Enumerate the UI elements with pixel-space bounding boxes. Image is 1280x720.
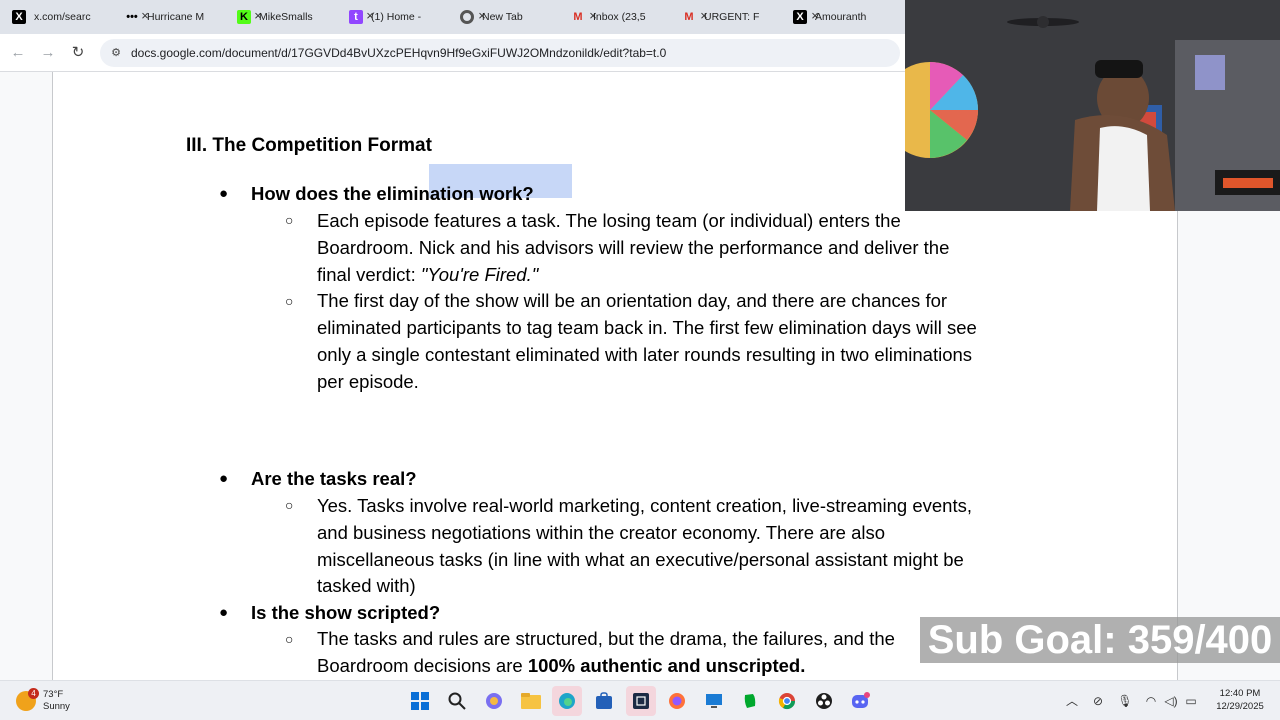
- bullet-icon: ●: [219, 185, 229, 202]
- answer-line: The tasks and rules are structured, but …: [317, 628, 895, 649]
- answer-line: tasked with): [317, 575, 416, 596]
- answer-line: and business negotiations within the cre…: [317, 522, 886, 543]
- volume-icon[interactable]: ◁): [1163, 693, 1179, 709]
- obs-icon[interactable]: [809, 686, 839, 716]
- battery-icon[interactable]: ▭: [1183, 693, 1199, 709]
- terminal-icon[interactable]: [626, 686, 656, 716]
- answer-text: Boardroom decisions are: [317, 655, 528, 676]
- system-clock[interactable]: 12:40 PM 12/29/2025: [1205, 687, 1275, 713]
- weather-desc: Sunny: [43, 701, 70, 712]
- answer-line: The first day of the show will be an ori…: [317, 290, 948, 311]
- tab-label: Inbox (23,5: [593, 11, 646, 23]
- quote-text: "You're Fired.": [420, 264, 539, 285]
- wifi-icon[interactable]: ◠: [1143, 693, 1159, 709]
- bullet-icon: ●: [219, 604, 229, 621]
- tab-label: New Tab: [482, 11, 523, 23]
- chrome-icon: [460, 10, 474, 24]
- microphone-icon[interactable]: 🎙: [1117, 693, 1133, 709]
- chrome-icon[interactable]: [772, 686, 802, 716]
- discord-icon[interactable]: [846, 686, 876, 716]
- subbullet-icon: ○: [285, 293, 294, 309]
- evernote-icon[interactable]: [735, 686, 765, 716]
- weather-widget[interactable]: 4 73°F Sunny: [16, 686, 70, 716]
- tab-label: MikeSmalls: [259, 11, 313, 23]
- browser-tab[interactable]: X x.com/searc ×: [12, 4, 149, 30]
- file-explorer-icon[interactable]: [516, 686, 546, 716]
- answer-line: per episode.: [317, 371, 419, 392]
- clock-date: 12/29/2025: [1216, 701, 1264, 712]
- browser-tab[interactable]: t (1) Home - ×: [349, 4, 486, 30]
- answer-line: miscellaneous tasks (in line with what a…: [317, 549, 964, 570]
- browser-tab[interactable]: New Tab ×: [460, 4, 597, 30]
- network-off-icon[interactable]: ⊘: [1090, 693, 1106, 709]
- x-icon: X: [12, 10, 26, 24]
- answer-line: Boardroom. Nick and his advisors will re…: [317, 237, 950, 258]
- answer-line: Yes. Tasks involve real-world marketing,…: [317, 495, 972, 516]
- answer-line: eliminated participants to tag team back…: [317, 317, 977, 338]
- twitch-icon: t: [349, 10, 363, 24]
- answer-line: only a single contestant eliminated with…: [317, 344, 973, 365]
- copilot-icon[interactable]: [479, 686, 509, 716]
- firefox-icon[interactable]: [662, 686, 692, 716]
- tab-label: Amouranth: [815, 11, 867, 23]
- site-info-icon[interactable]: ⚙: [108, 45, 124, 61]
- address-bar[interactable]: ⚙ docs.google.com/document/d/17GGVDd4BvU…: [100, 39, 900, 67]
- answer-line: Each episode features a task. The losing…: [317, 210, 901, 231]
- browser-tab[interactable]: M Inbox (23,5 ×: [571, 4, 707, 30]
- weather-temp: 73°F: [43, 689, 64, 700]
- edge-icon[interactable]: [552, 686, 582, 716]
- reload-icon[interactable]: ↻: [68, 43, 88, 63]
- answer-line: Boardroom decisions are 100% authentic a…: [317, 652, 805, 679]
- back-arrow-icon[interactable]: ←: [8, 43, 28, 63]
- x-icon: X: [793, 10, 807, 24]
- webcam-feed: [905, 0, 1280, 211]
- tab-label: x.com/searc: [34, 11, 91, 23]
- store-icon[interactable]: [589, 686, 619, 716]
- dots-icon: •••: [126, 11, 138, 23]
- tab-label: URGENT: F: [704, 11, 760, 23]
- tab-label: Hurricane M: [147, 11, 205, 23]
- url-text: docs.google.com/document/d/17GGVDd4BvUXz…: [131, 46, 667, 60]
- answer-line: final verdict: "You're Fired.": [317, 261, 538, 288]
- sun-icon: 4: [16, 688, 39, 711]
- remote-desktop-icon[interactable]: [699, 686, 729, 716]
- question-heading: How does the elimination work?: [251, 183, 534, 204]
- emphasis-text: 100% authentic and unscripted.: [527, 655, 806, 676]
- bullet-icon: ●: [219, 470, 229, 487]
- tab-label: (1) Home -: [371, 11, 422, 23]
- chevron-up-icon[interactable]: ︿: [1064, 693, 1080, 709]
- section-heading: III. The Competition Format: [186, 135, 432, 156]
- sub-goal-overlay: Sub Goal: 359/400: [920, 617, 1280, 663]
- kick-icon: K: [237, 10, 251, 24]
- notification-badge: 4: [28, 688, 39, 699]
- answer-text: final verdict:: [317, 264, 421, 285]
- weather-text: 73°F Sunny: [43, 689, 70, 713]
- browser-tab[interactable]: X Amouranth ×: [793, 4, 930, 30]
- search-icon[interactable]: [442, 686, 472, 716]
- clock-time: 12:40 PM: [1219, 688, 1261, 699]
- gmail-icon: M: [573, 11, 583, 23]
- subbullet-icon: ○: [285, 631, 294, 647]
- question-heading: Are the tasks real?: [251, 468, 417, 489]
- webcam-image: [905, 0, 1280, 211]
- browser-tab[interactable]: ••• Hurricane M ×: [125, 4, 262, 30]
- question-heading: Is the show scripted?: [251, 602, 441, 623]
- forward-arrow-icon[interactable]: →: [38, 43, 58, 63]
- subbullet-icon: ○: [285, 212, 294, 228]
- windows-taskbar: 4 73°F Sunny ︿ ⊘ 🎙 ◠ ◁) ▭ 12:40 PM 12/29…: [0, 680, 1280, 720]
- windows-start-icon[interactable]: [405, 686, 435, 716]
- browser-tab[interactable]: K MikeSmalls ×: [237, 4, 374, 30]
- browser-tab[interactable]: M URGENT: F ×: [682, 4, 818, 30]
- gmail-icon: M: [684, 11, 694, 23]
- subbullet-icon: ○: [285, 497, 294, 513]
